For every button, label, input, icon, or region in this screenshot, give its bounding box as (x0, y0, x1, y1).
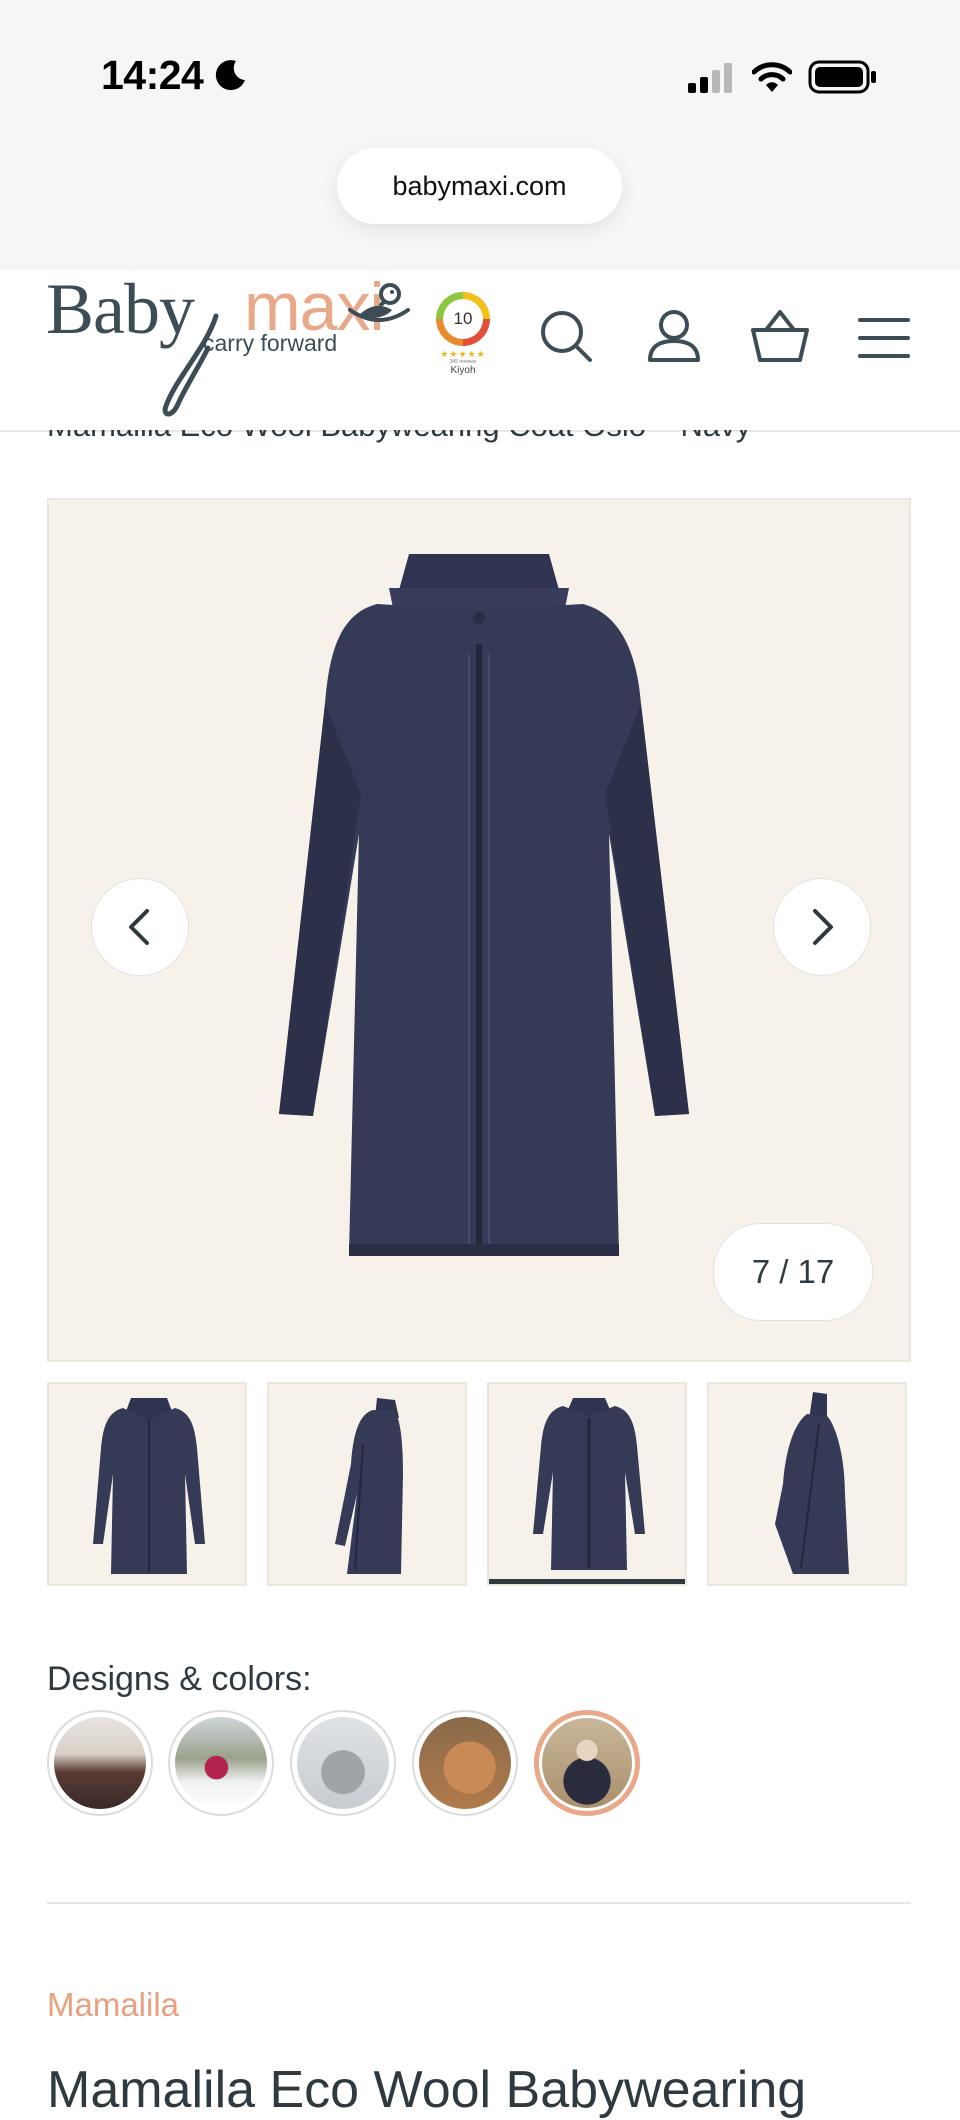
chevron-right-icon (813, 909, 833, 945)
gallery-prev-button[interactable] (91, 878, 189, 976)
product-title: Mamalila Eco Wool Babywearing (47, 2061, 807, 2119)
designs-colors-label: Designs & colors: (47, 1660, 312, 1698)
design-swatch-image (175, 1717, 267, 1809)
babymaxi-logo[interactable]: Baby maxi carry forward (46, 268, 416, 418)
chevron-left-icon (129, 909, 149, 945)
cellular-signal-icon (688, 63, 732, 93)
design-swatch-image (419, 1717, 511, 1809)
gallery-counter: 7 / 17 (713, 1223, 873, 1321)
menu-icon[interactable] (858, 316, 910, 360)
kiyoh-name: Kiyoh (450, 365, 476, 376)
design-swatch[interactable] (290, 1710, 396, 1816)
status-bar: 14:24 babymaxi.com (0, 0, 960, 270)
wifi-icon (752, 62, 792, 92)
navy-wool-coat-back-view (279, 554, 689, 1256)
design-swatch-image (297, 1717, 389, 1809)
kiyoh-score-ring: 10 (436, 292, 490, 346)
clock: 14:24 (101, 52, 204, 98)
gallery-thumbnail[interactable] (267, 1382, 467, 1586)
product-main-image[interactable]: 7 / 17 (47, 498, 911, 1362)
logo-tagline: carry forward (203, 330, 338, 356)
coat-back-thumbnail (533, 1398, 645, 1570)
coat-front-thumbnail (93, 1398, 205, 1574)
coat-side-thumbnail (335, 1398, 403, 1574)
section-divider (47, 1902, 911, 1904)
brand-link[interactable]: Mamalila (47, 1986, 179, 2024)
kiyoh-stars: ★★★★★ (440, 349, 486, 359)
account-icon[interactable] (646, 308, 702, 364)
gallery-next-button[interactable] (773, 878, 871, 976)
design-swatch-image (542, 1718, 632, 1808)
search-icon[interactable] (538, 308, 594, 364)
kiyoh-rating-badge[interactable]: 10 ★★★★★ 345 reviews Kiyoh (432, 292, 494, 384)
design-swatch[interactable] (47, 1710, 153, 1816)
kiyoh-score: 10 (443, 299, 483, 339)
coat-profile-thumbnail (775, 1392, 849, 1574)
gallery-thumbnail-active[interactable] (487, 1382, 687, 1586)
logo-swash (162, 313, 219, 417)
moon-icon (215, 60, 245, 91)
basket-icon[interactable] (750, 308, 810, 364)
rocking-bird-icon (348, 283, 410, 322)
url-bar[interactable]: babymaxi.com (337, 148, 622, 224)
design-swatch[interactable] (412, 1710, 518, 1816)
url-text: babymaxi.com (392, 170, 567, 201)
gallery-thumbnail[interactable] (707, 1382, 907, 1586)
design-swatch-image (54, 1717, 146, 1809)
gallery-thumbnail[interactable] (47, 1382, 247, 1586)
design-swatch-selected[interactable] (534, 1710, 640, 1816)
battery-icon (808, 60, 876, 94)
design-swatch[interactable] (168, 1710, 274, 1816)
